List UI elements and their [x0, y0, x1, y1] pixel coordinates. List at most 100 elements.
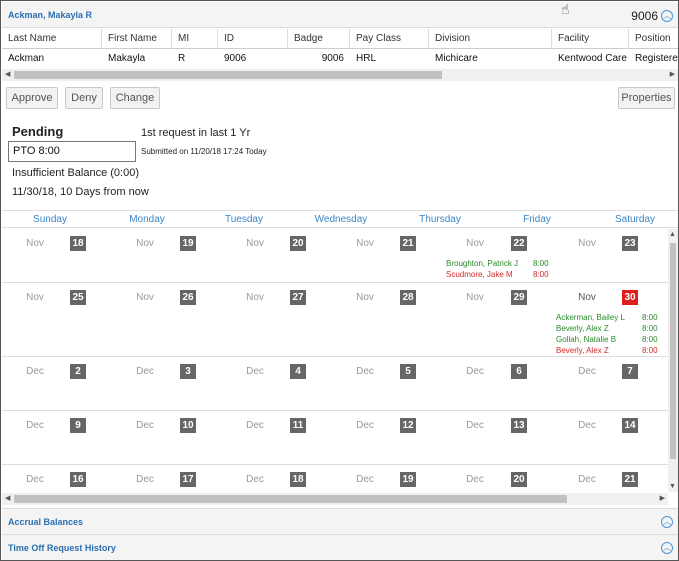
day-number: 6	[511, 364, 527, 379]
cell-last-name: Ackman	[8, 53, 45, 64]
calendar-day[interactable]: Nov 26	[112, 283, 222, 356]
calendar-vertical-scrollbar[interactable]: ▲ ▼	[668, 229, 678, 492]
day-month: Dec	[356, 474, 374, 485]
day-number: 3	[180, 364, 196, 379]
approve-button[interactable]: Approve	[6, 87, 58, 109]
scrollbar-thumb[interactable]	[670, 243, 676, 459]
calendar-day[interactable]: Dec 20	[442, 465, 552, 492]
calendar-day[interactable]: Dec 4	[222, 357, 332, 410]
scroll-right-icon[interactable]: ▶	[660, 494, 665, 502]
calendar-day[interactable]: Nov 25	[2, 283, 112, 356]
calendar-day[interactable]: Dec 6	[442, 357, 552, 410]
scroll-left-icon[interactable]: ◀	[5, 494, 10, 502]
calendar-day[interactable]: Dec 9	[2, 411, 112, 464]
day-number: 2	[70, 364, 86, 379]
calendar-week: Nov 25 Nov 26 Nov 27 Nov 28 Nov 29 Nov 30 Acke…	[2, 283, 668, 357]
day-number: 7	[622, 364, 638, 379]
day-month: Dec	[356, 420, 374, 431]
day-header-sunday: Sunday	[33, 214, 67, 225]
calendar-day[interactable]: Dec 10	[112, 411, 222, 464]
accrual-balances-section[interactable]: Accrual Balances ︿	[2, 508, 678, 534]
calendar-day[interactable]: Dec 17	[112, 465, 222, 492]
calendar-day[interactable]: Dec 7	[552, 357, 662, 410]
employee-name[interactable]: Ackman, Makayla R	[8, 10, 92, 20]
time-off-entry-name[interactable]: Ackerman, Bailey L	[556, 313, 625, 322]
calendar-day[interactable]: Nov 23	[552, 229, 662, 282]
cell-badge: 9006	[321, 53, 344, 64]
calendar-day[interactable]: Nov 18	[2, 229, 112, 282]
calendar-day[interactable]: Nov 28	[332, 283, 442, 356]
day-month: Dec	[26, 474, 44, 485]
scrollbar-thumb[interactable]	[14, 495, 567, 503]
request-history-label[interactable]: Time Off Request History	[8, 543, 116, 553]
calendar-day[interactable]: Dec 16	[2, 465, 112, 492]
day-number: 17	[180, 472, 196, 487]
calendar-day[interactable]: Nov 20	[222, 229, 332, 282]
day-month: Dec	[26, 366, 44, 377]
expand-collapse-icon[interactable]: ︿	[661, 542, 673, 554]
col-mi[interactable]: MI	[172, 29, 218, 49]
time-off-entry-name[interactable]: Beverly, Alex Z	[556, 346, 609, 355]
time-off-panel: Ackman, Makayla R 9006 ︿ ☝ Last Name Fir…	[0, 0, 679, 561]
day-month: Nov	[356, 292, 374, 303]
deny-button[interactable]: Deny	[65, 87, 103, 109]
col-facility[interactable]: Facility	[552, 29, 629, 49]
employee-header[interactable]: Ackman, Makayla R 9006 ︿	[2, 2, 678, 28]
table-horizontal-scrollbar[interactable]: ◀ ▶	[2, 69, 678, 81]
change-button[interactable]: Change	[110, 87, 160, 109]
properties-button[interactable]: Properties	[618, 87, 675, 109]
request-count: 1st request in last 1 Yr	[141, 127, 251, 139]
calendar-horizontal-scrollbar[interactable]: ◀ ▶	[2, 493, 668, 505]
calendar-day[interactable]: Nov 21	[332, 229, 442, 282]
col-badge[interactable]: Badge	[288, 29, 350, 49]
calendar-day-header: Sunday Monday Tuesday Wednesday Thursday…	[2, 210, 678, 228]
time-off-entry-name[interactable]: Scudmore, Jake M	[446, 270, 513, 279]
col-pay-class[interactable]: Pay Class	[350, 29, 429, 49]
scroll-up-icon[interactable]: ▲	[669, 231, 676, 238]
expand-collapse-icon[interactable]: ︿	[661, 516, 673, 528]
calendar-day[interactable]: Dec 11	[222, 411, 332, 464]
day-month: Nov	[26, 238, 44, 249]
calendar-day[interactable]: Dec 5	[332, 357, 442, 410]
calendar-week: Nov 18 Nov 19 Nov 20 Nov 21 Nov 22 Nov 23 Brou…	[2, 229, 668, 283]
calendar-day[interactable]: Dec 12	[332, 411, 442, 464]
accrual-balances-label[interactable]: Accrual Balances	[8, 517, 83, 527]
time-off-entry-name[interactable]: Beverly, Alex Z	[556, 324, 609, 333]
calendar-day[interactable]: Dec 2	[2, 357, 112, 410]
col-id[interactable]: ID	[218, 29, 288, 49]
time-off-entry-name[interactable]: Gollah, Natalie B	[556, 335, 616, 344]
calendar-day[interactable]: Dec 3	[112, 357, 222, 410]
time-off-entry-name[interactable]: Broughton, Patrick J	[446, 259, 518, 268]
calendar-day[interactable]: Dec 14	[552, 411, 662, 464]
day-number: 29	[511, 290, 527, 305]
scrollbar-thumb[interactable]	[14, 71, 442, 79]
collapse-icon[interactable]: ︿	[661, 10, 673, 22]
day-number: 23	[622, 236, 638, 251]
day-header-monday: Monday	[129, 214, 165, 225]
day-month: Nov	[356, 238, 374, 249]
calendar-grid: Nov 18 Nov 19 Nov 20 Nov 21 Nov 22 Nov 23 Brou…	[2, 229, 668, 492]
cell-division: Michicare	[435, 53, 478, 64]
calendar-day[interactable]: Nov 29	[442, 283, 552, 356]
col-position[interactable]: Position	[629, 29, 678, 49]
calendar-day[interactable]: Dec 13	[442, 411, 552, 464]
col-division[interactable]: Division	[429, 29, 552, 49]
day-month: Nov	[578, 238, 596, 249]
col-last-name[interactable]: Last Name	[2, 29, 102, 49]
calendar-day[interactable]: Dec 18	[222, 465, 332, 492]
day-month: Nov	[578, 292, 596, 303]
pto-request-field[interactable]: PTO 8:00	[8, 141, 136, 162]
request-history-section[interactable]: Time Off Request History ︿	[2, 534, 678, 560]
col-first-name[interactable]: First Name	[102, 29, 172, 49]
scroll-down-icon[interactable]: ▼	[669, 483, 676, 490]
time-off-entry-hours: 8:00	[533, 270, 549, 279]
calendar-week: Dec 9 Dec 10 Dec 11 Dec 12 Dec 13 Dec 14	[2, 411, 668, 465]
day-month: Dec	[466, 420, 484, 431]
scroll-right-icon[interactable]: ▶	[670, 70, 675, 78]
calendar-day[interactable]: Dec 21	[552, 465, 662, 492]
calendar-day[interactable]: Dec 19	[332, 465, 442, 492]
calendar-day[interactable]: Nov 27	[222, 283, 332, 356]
day-month: Nov	[246, 292, 264, 303]
calendar-day[interactable]: Nov 19	[112, 229, 222, 282]
scroll-left-icon[interactable]: ◀	[5, 70, 10, 78]
